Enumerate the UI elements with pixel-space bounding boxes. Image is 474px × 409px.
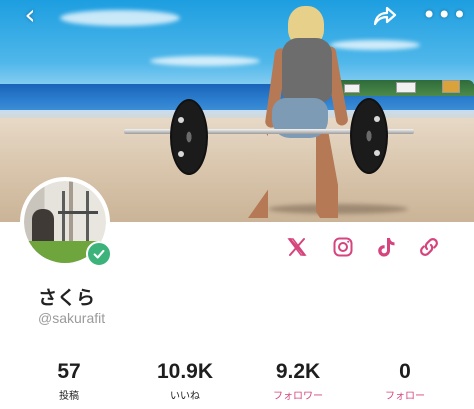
stat-following-label: フォロー <box>385 391 425 402</box>
verified-check-icon <box>86 241 112 267</box>
house <box>344 84 360 93</box>
house <box>396 82 416 93</box>
link-icon[interactable] <box>417 235 441 259</box>
stat-followers-value: 9.2K <box>275 360 321 383</box>
house <box>442 80 460 93</box>
back-chevron-icon[interactable]: ‹ <box>16 0 44 30</box>
weight-plate-right <box>350 98 388 174</box>
stat-followers-label: フォロワー <box>273 391 323 402</box>
stat-likes-label: いいね <box>170 391 200 402</box>
stat-following[interactable]: 0 フォロー <box>350 360 460 404</box>
instagram-icon[interactable] <box>331 235 355 259</box>
athlete-tank-top <box>282 38 332 102</box>
stat-posts[interactable]: 57 投稿 <box>14 360 124 404</box>
cloud <box>60 10 180 26</box>
cloud <box>150 56 260 66</box>
stat-posts-value: 57 <box>57 360 81 383</box>
tiktok-icon[interactable] <box>374 235 398 259</box>
share-arrow-icon[interactable] <box>372 5 398 27</box>
stat-following-value: 0 <box>399 360 411 383</box>
x-icon[interactable] <box>285 235 309 259</box>
stat-posts-label: 投稿 <box>59 391 79 402</box>
stat-likes[interactable]: 10.9K いいね <box>130 360 240 404</box>
rack-bar <box>58 211 98 214</box>
weight-plate-left <box>170 99 208 175</box>
display-name: さくら <box>38 287 96 309</box>
user-handle: @sakurafit <box>38 310 106 326</box>
stat-followers[interactable]: 9.2K フォロワー <box>243 360 353 404</box>
more-horizontal-icon[interactable]: ••• <box>422 0 467 30</box>
stat-likes-value: 10.9K <box>156 360 214 383</box>
cloud <box>330 40 420 50</box>
